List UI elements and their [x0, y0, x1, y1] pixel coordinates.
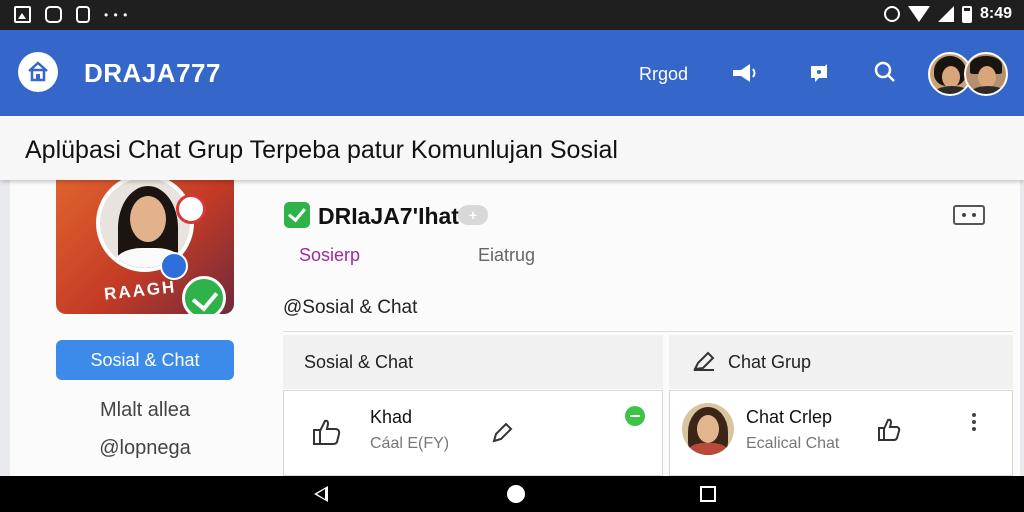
status-bar-right: 8:49 — [883, 5, 1012, 23]
profile-title: DRIaJA7'Ihat — [318, 203, 459, 229]
card-subtitle: Ecalical Chat — [746, 435, 840, 452]
tab-eiatrug[interactable]: Eiatrug — [478, 245, 535, 266]
profile-pill-badge[interactable]: + — [458, 205, 488, 225]
system-nav-bar — [0, 476, 1024, 512]
divider — [283, 331, 1013, 332]
signal-icon — [937, 6, 954, 22]
megaphone-icon[interactable] — [730, 60, 758, 86]
chat-card-group[interactable]: Chat Crlep Ecalical Chat — [669, 390, 1013, 476]
profile-image-word: RAAGH — [103, 277, 178, 304]
cloud-icon — [45, 6, 62, 23]
battery-icon — [961, 5, 972, 23]
search-icon[interactable] — [873, 60, 897, 84]
tab-sosierp[interactable]: Sosierp — [299, 245, 360, 266]
sync-icon — [883, 6, 900, 22]
recents-icon[interactable] — [700, 486, 716, 502]
appbar-link[interactable]: Rrgod — [639, 64, 688, 85]
sosial-chat-button[interactable]: Sosial & Chat — [56, 340, 234, 380]
app-title: DRAJA777 — [84, 58, 221, 88]
page-banner: Aplüþasi Chat Grup Terpeba patur Komunlu… — [0, 116, 1024, 180]
like-icon — [313, 419, 341, 445]
panel-header-sosial-chat[interactable]: Sosial & Chat — [283, 335, 663, 389]
lock-icon — [76, 6, 90, 23]
card-subtitle: Cáal E(FY) — [370, 435, 450, 452]
edit-icon — [693, 351, 715, 371]
sidebar-handle[interactable]: @lopnega — [56, 437, 234, 460]
status-time: 8:49 — [979, 5, 1012, 22]
status-bar-left: • • • — [14, 6, 128, 23]
avatar[interactable] — [964, 52, 1008, 96]
app-bar: DRAJA777 Rrgod — [0, 30, 1024, 116]
send-badge-icon — [160, 252, 188, 280]
panel-header-label: Sosial & Chat — [304, 352, 414, 372]
account-avatars[interactable] — [928, 52, 1010, 98]
notification-icon[interactable] — [806, 60, 832, 86]
avatar — [682, 403, 734, 455]
heart-badge-icon — [176, 194, 206, 224]
banner-text: Aplüþasi Chat Grup Terpeba patur Komunlu… — [25, 136, 618, 164]
image-icon — [14, 6, 31, 23]
thumbs-up-icon[interactable] — [876, 417, 902, 443]
verified-badge-icon — [182, 276, 226, 314]
verified-check-icon — [284, 202, 310, 228]
more-options-button[interactable] — [953, 205, 985, 225]
wifi-icon — [907, 6, 930, 22]
sidebar-name: Mlalt allea — [99, 399, 191, 421]
online-status-icon — [625, 406, 645, 426]
dots-icon: • • • — [104, 7, 129, 22]
status-bar: • • • 8:49 — [0, 0, 1024, 30]
section-label: @Sosial & Chat — [283, 297, 418, 318]
pencil-icon[interactable] — [490, 419, 516, 445]
home-icon — [28, 61, 48, 82]
kebab-menu-icon[interactable] — [972, 413, 976, 417]
home-button[interactable] — [18, 52, 58, 92]
home-nav-icon[interactable] — [507, 485, 525, 503]
card-title: Khad — [370, 407, 413, 427]
back-icon[interactable] — [314, 486, 328, 502]
profile-image[interactable]: RAAGH — [56, 180, 234, 314]
panel-header-chat-grup[interactable]: Chat Grup — [669, 335, 1013, 389]
card-title: Chat Crlep — [746, 407, 833, 427]
chat-card-khad[interactable]: Khad Cáal E(FY) — [283, 390, 663, 476]
panel-header-label: Chat Grup — [728, 352, 812, 372]
